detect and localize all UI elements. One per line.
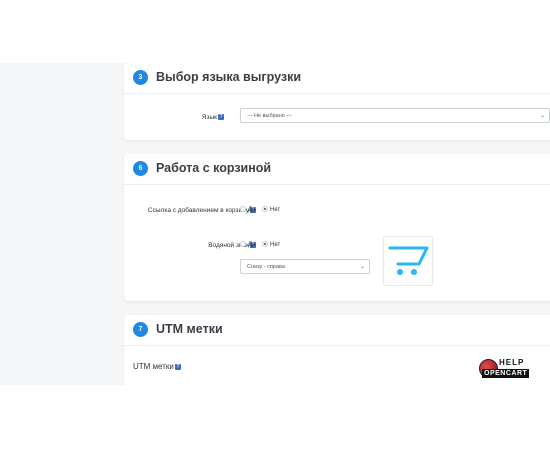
logo-line1: HELP	[499, 358, 525, 367]
radio-no-label: Нет	[270, 207, 281, 213]
cart-section-header: 6 Работа с корзиной	[124, 154, 550, 185]
language-select[interactable]: --- Не выбрано --- ⌄	[240, 108, 550, 123]
utm-section-header: 7 UTM метки	[124, 315, 550, 346]
radio-yes-label: Да	[248, 207, 256, 213]
radio-circle	[240, 206, 246, 213]
settings-viewport: 3 Выбор языка выгрузки Язык? --- Не выбр…	[0, 63, 550, 385]
language-section: 3 Выбор языка выгрузки Язык? --- Не выбр…	[124, 63, 550, 140]
radio-circle-checked	[262, 241, 268, 248]
add-link-radio-no[interactable]: Нет	[262, 206, 280, 214]
cart-icon	[388, 246, 429, 275]
language-select-value: --- Не выбрано ---	[247, 113, 292, 119]
chevron-down-icon: ⌄	[539, 113, 545, 119]
section-title: UTM метки	[156, 322, 223, 336]
utm-label-text: UTM метки	[133, 362, 174, 371]
watermark-position-select[interactable]: Снизу - справа ⌄	[240, 259, 370, 274]
language-label: Язык?	[164, 113, 224, 122]
logo-line2: OPENCART	[482, 369, 530, 378]
radio-circle	[240, 241, 246, 248]
help-icon[interactable]: ?	[218, 114, 224, 121]
section-number-badge: 6	[133, 161, 148, 176]
watermark-preview[interactable]	[383, 236, 433, 286]
add-to-cart-link-label-text: Ссылка с добавлением в корзину	[147, 207, 249, 214]
radio-yes-label: Да	[248, 242, 256, 248]
section-title: Выбор языка выгрузки	[156, 70, 302, 84]
section-number-badge: 7	[133, 322, 148, 337]
help-opencart-logo: HELP OPENCART	[478, 356, 546, 382]
watermark-radio-no[interactable]: Нет	[262, 241, 280, 249]
section-number-badge: 3	[133, 70, 148, 85]
watermark-radio-yes[interactable]: Да	[240, 241, 255, 249]
watermark-position-value: Снизу - справа	[247, 264, 285, 270]
radio-no-label: Нет	[270, 242, 281, 248]
radio-circle-checked	[262, 206, 268, 213]
add-link-radio-yes[interactable]: Да	[240, 206, 255, 214]
utm-label: UTM метки?	[133, 362, 181, 371]
cart-section: 6 Работа с корзиной Ссылка с добавлением…	[124, 154, 550, 301]
chevron-down-icon: ⌄	[359, 264, 365, 270]
section-title: Работа с корзиной	[156, 161, 272, 175]
language-section-header: 3 Выбор языка выгрузки	[124, 63, 550, 94]
language-label-text: Язык	[201, 114, 217, 121]
help-icon[interactable]: ?	[174, 363, 181, 370]
